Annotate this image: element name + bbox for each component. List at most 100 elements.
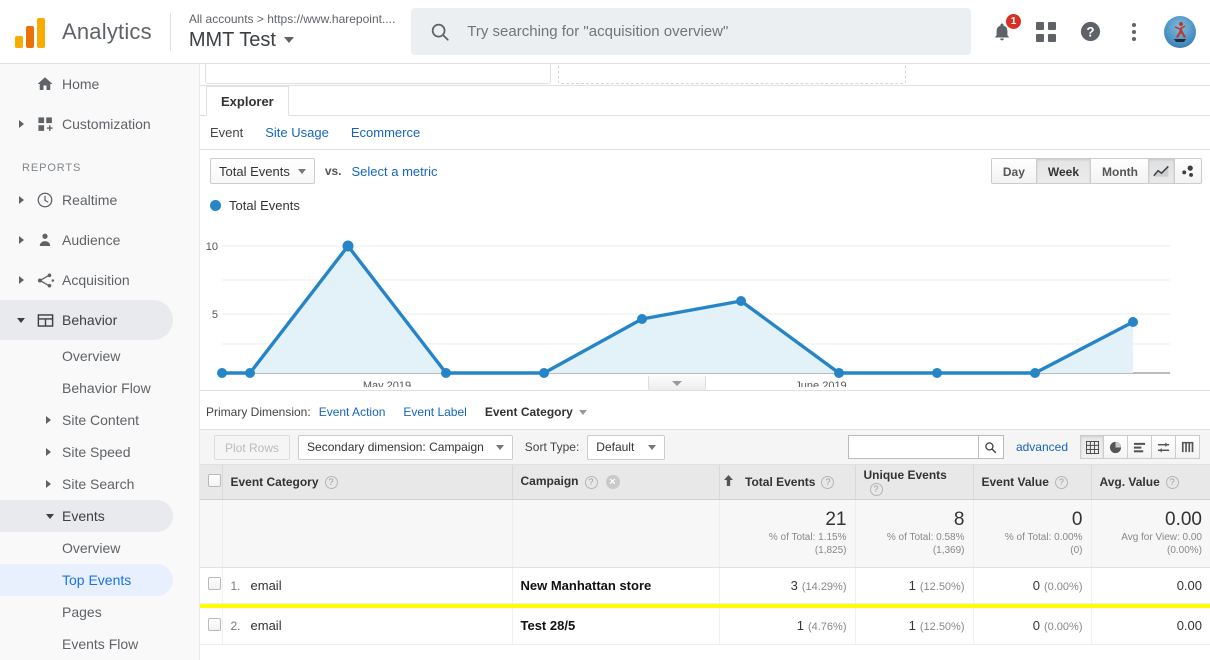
- add-segment-placeholder[interactable]: [558, 64, 906, 84]
- help-icon[interactable]: ?: [324, 475, 338, 489]
- sidebar-item-realtime[interactable]: Realtime: [0, 180, 199, 220]
- select-a-metric-link[interactable]: Select a metric: [352, 164, 438, 179]
- table-search-input[interactable]: [847, 435, 978, 459]
- avatar[interactable]: [1164, 15, 1196, 48]
- x-tick-may-2019: May 2019: [363, 380, 411, 387]
- help-icon[interactable]: ?: [1054, 475, 1068, 489]
- table-search-button[interactable]: [977, 435, 1004, 459]
- vs-label: vs.: [324, 164, 342, 178]
- pie-chart-view-icon[interactable]: [1104, 435, 1128, 459]
- chart-svg[interactable]: 10 5 May 2019 June 2019: [200, 217, 1210, 392]
- dimension-event-label[interactable]: Event Label: [403, 405, 466, 419]
- dimension-event-category[interactable]: Event Category: [485, 405, 587, 419]
- subtab-ecommerce[interactable]: Ecommerce: [351, 125, 420, 140]
- table-row[interactable]: 2. email Test 28/5 1 (4.76%) 1 (12.50%) 0 (0…: [200, 608, 1210, 645]
- table-view-icon[interactable]: [1080, 435, 1104, 459]
- select-all-header[interactable]: [200, 465, 223, 500]
- row-event-value-pct: (0.00%): [1043, 621, 1083, 634]
- totals-value: 0: [1071, 509, 1083, 530]
- help-icon[interactable]: ?: [869, 482, 883, 496]
- sort-type-select[interactable]: Default: [587, 434, 666, 460]
- row-select-cell[interactable]: [200, 567, 223, 604]
- totals-total-events: 21 % of Total: 1.15% (1,825): [737, 499, 856, 568]
- chevron-down-icon: [672, 380, 682, 386]
- data-point: [834, 368, 844, 378]
- sidebar-item-pages[interactable]: Pages: [0, 596, 199, 628]
- sidebar-item-behavior-flow[interactable]: Behavior Flow: [0, 372, 199, 404]
- chart-collapse-button[interactable]: [648, 376, 706, 391]
- advanced-filter-link[interactable]: advanced: [1016, 440, 1068, 454]
- totals-note-1: % of Total: 0.00%: [1004, 532, 1083, 543]
- sort-type-value: Default: [596, 440, 635, 454]
- row-event-category: 1. email: [222, 567, 513, 604]
- apps-button[interactable]: [1032, 18, 1060, 46]
- granularity-toggle: Day Week Month: [990, 158, 1150, 184]
- sort-indicator[interactable]: [719, 465, 737, 500]
- chevron-right-icon: [46, 448, 62, 456]
- column-header-campaign[interactable]: Campaign? ×: [512, 465, 720, 500]
- sidebar-item-top-events[interactable]: Top Events: [0, 564, 173, 596]
- granularity-day[interactable]: Day: [990, 158, 1037, 184]
- account-selector[interactable]: All accounts > https://www.harepoint....…: [189, 11, 395, 53]
- dimension-event-action[interactable]: Event Action: [319, 405, 386, 419]
- row-checkbox[interactable]: [208, 577, 221, 590]
- sidebar-item-label: Customization: [62, 116, 151, 132]
- sidebar-subitem-label: Top Events: [62, 572, 132, 588]
- notifications-button[interactable]: 1: [988, 13, 1021, 46]
- subtab-event[interactable]: Event: [210, 125, 243, 140]
- plot-rows-button[interactable]: Plot Rows: [214, 434, 291, 460]
- column-header-total-events[interactable]: Total Events?: [737, 465, 856, 500]
- help-icon[interactable]: ?: [584, 475, 598, 489]
- person-icon: [28, 231, 62, 249]
- sidebar-item-acquisition[interactable]: Acquisition: [0, 260, 199, 300]
- sidebar-item-home[interactable]: Home: [0, 64, 199, 104]
- sidebar-item-audience[interactable]: Audience: [0, 220, 199, 260]
- sidebar-item-site-speed[interactable]: Site Speed: [0, 436, 199, 468]
- row-event-category: 2. email: [222, 608, 513, 645]
- subtab-site-usage[interactable]: Site Usage: [265, 125, 329, 140]
- property-title[interactable]: MMT Test: [189, 27, 395, 53]
- select-all-checkbox[interactable]: [208, 473, 221, 487]
- column-header-avg-value[interactable]: Avg. Value?: [1091, 465, 1210, 500]
- granularity-week[interactable]: Week: [1036, 158, 1092, 184]
- sidebar-item-site-search[interactable]: Site Search: [0, 468, 199, 500]
- primary-metric-select[interactable]: Total Events: [210, 158, 315, 184]
- more-options-button[interactable]: [1120, 18, 1148, 46]
- comparison-view-icon[interactable]: [1152, 435, 1176, 459]
- granularity-month[interactable]: Month: [1091, 158, 1150, 184]
- chart-area-fill: [222, 246, 1133, 373]
- row-checkbox[interactable]: [208, 617, 221, 631]
- row-select-cell[interactable]: [200, 608, 223, 645]
- property-name: MMT Test: [188, 28, 276, 51]
- table-row[interactable]: 1. email New Manhattan store 3 (14.29%) 1(…: [200, 567, 1210, 604]
- column-header-event-value[interactable]: Event Value?: [973, 465, 1092, 500]
- sidebar-item-customization[interactable]: Customization: [0, 104, 199, 144]
- sidebar-item-behavior[interactable]: Behavior: [0, 300, 173, 340]
- sidebar-item-site-content[interactable]: Site Content: [0, 404, 199, 436]
- column-header-event-category[interactable]: Event Category?: [222, 465, 513, 500]
- help-icon[interactable]: ?: [1165, 475, 1179, 489]
- chevron-down-icon: [495, 444, 504, 450]
- sidebar-item-events[interactable]: Events: [0, 500, 173, 532]
- sidebar-item-events-flow[interactable]: Events Flow: [0, 628, 199, 660]
- table-search[interactable]: [847, 435, 1004, 459]
- sidebar-item-behavior-overview[interactable]: Overview: [0, 340, 199, 372]
- line-chart-icon[interactable]: [1148, 158, 1175, 184]
- row-total-events-value: 1: [796, 618, 804, 634]
- help-icon[interactable]: ?: [821, 475, 835, 489]
- table-header-row: Event Category? Campaign? × Total Events?: [200, 465, 1210, 500]
- primary-metric-label: Total Events: [219, 163, 290, 179]
- help-button[interactable]: ?: [1076, 18, 1104, 46]
- bar-chart-view-icon[interactable]: [1128, 435, 1152, 459]
- pivot-view-icon[interactable]: [1176, 435, 1200, 459]
- remove-secondary-dimension-icon[interactable]: ×: [605, 475, 620, 490]
- search-box[interactable]: [411, 8, 972, 55]
- sidebar-subitem-label: Site Search: [62, 476, 135, 492]
- sidebar-item-events-overview[interactable]: Overview: [0, 532, 199, 564]
- scatter-plot-icon[interactable]: [1175, 158, 1202, 184]
- secondary-dimension-select[interactable]: Secondary dimension: Campaign: [298, 434, 513, 460]
- search-input[interactable]: [467, 23, 954, 40]
- tab-explorer[interactable]: Explorer: [206, 86, 289, 116]
- column-header-unique-events[interactable]: Unique Events?: [855, 465, 974, 500]
- segment-chip-all-users[interactable]: [205, 64, 551, 84]
